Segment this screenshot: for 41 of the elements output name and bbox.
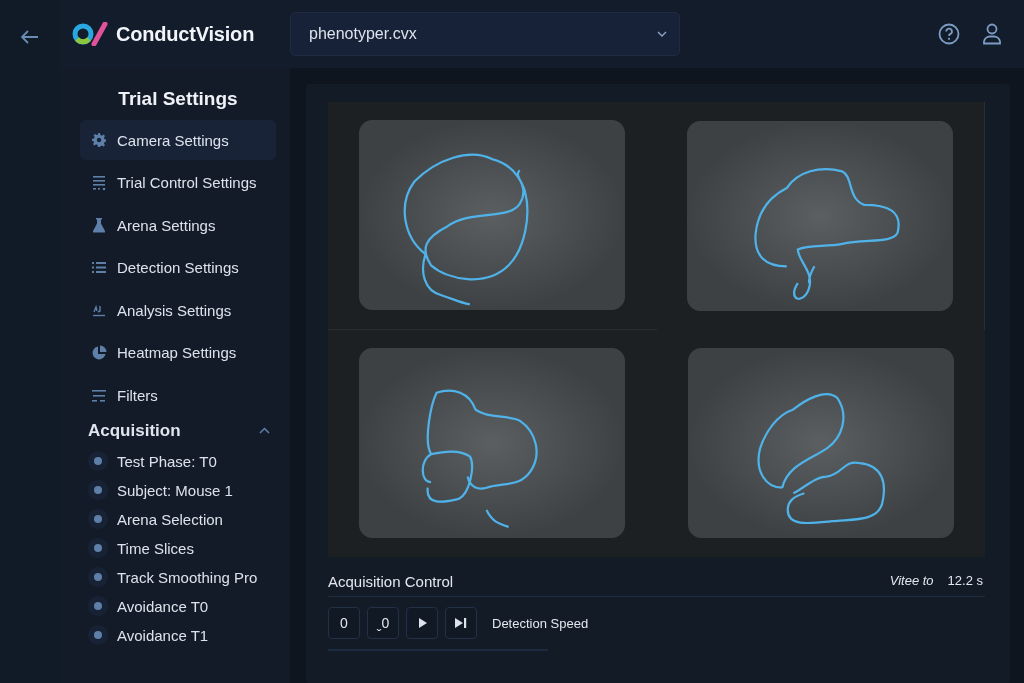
sidebar-subitem[interactable]: Avoidance T0 bbox=[80, 591, 276, 621]
flask-icon bbox=[92, 217, 106, 234]
sidebar-item[interactable]: Analysis Settings bbox=[80, 290, 276, 331]
play-button[interactable] bbox=[406, 607, 438, 639]
control-button[interactable]: 0 bbox=[328, 607, 360, 639]
help-icon[interactable] bbox=[938, 23, 960, 45]
control-button[interactable]: ˬ0 bbox=[367, 607, 399, 639]
sidebar-subitem[interactable]: Track Smoothing Pro bbox=[80, 562, 276, 592]
sidebar-subitem[interactable]: Avoidance T1 bbox=[80, 620, 276, 650]
sidebar-item[interactable]: Detection Settings bbox=[80, 247, 276, 288]
skip-forward-icon bbox=[455, 618, 467, 628]
sidebar-item[interactable]: Filters bbox=[80, 375, 276, 416]
chevron-up-icon[interactable] bbox=[259, 427, 270, 435]
sidebar-subitem[interactable]: Subject: Mouse 1 bbox=[80, 475, 276, 505]
logo-icon bbox=[72, 22, 110, 46]
time-value: 12.2 s bbox=[947, 573, 983, 588]
list-lines-icon bbox=[92, 174, 106, 191]
back-arrow-icon[interactable] bbox=[21, 30, 39, 44]
time-label: Vitee to bbox=[889, 573, 934, 588]
sidebar-item[interactable]: Arena Settings bbox=[80, 205, 276, 246]
sidebar-subitem[interactable]: Test Phase: T0 bbox=[80, 446, 276, 476]
user-icon[interactable] bbox=[982, 23, 1002, 45]
pie-chart-icon bbox=[91, 344, 107, 361]
brand-name: ConductVision bbox=[116, 22, 255, 46]
sidebar-title: Trial Settings bbox=[117, 88, 239, 110]
play-icon bbox=[417, 618, 427, 628]
section-title: Acquisition Control bbox=[328, 573, 454, 590]
sidebar-item[interactable]: Trial Control Settings bbox=[80, 162, 276, 203]
gear-icon bbox=[92, 133, 106, 147]
sidebar-subitem[interactable]: Arena Selection bbox=[80, 504, 276, 534]
file-dropdown[interactable]: phenotyper.cvx bbox=[290, 12, 680, 56]
speed-label: Detection Speed bbox=[492, 615, 589, 631]
section-title: Acquisition bbox=[88, 420, 181, 441]
sidebar-item[interactable]: Heatmap Settings bbox=[80, 332, 276, 373]
chart-icon bbox=[92, 303, 106, 318]
sidebar-subitem[interactable]: Time Slices bbox=[80, 533, 276, 563]
filter-icon bbox=[92, 389, 106, 402]
sidebar-item[interactable]: Camera Settings bbox=[80, 120, 276, 160]
skip-forward-button[interactable] bbox=[445, 607, 477, 639]
list-icon bbox=[92, 261, 106, 275]
chevron-down-icon bbox=[657, 31, 667, 37]
